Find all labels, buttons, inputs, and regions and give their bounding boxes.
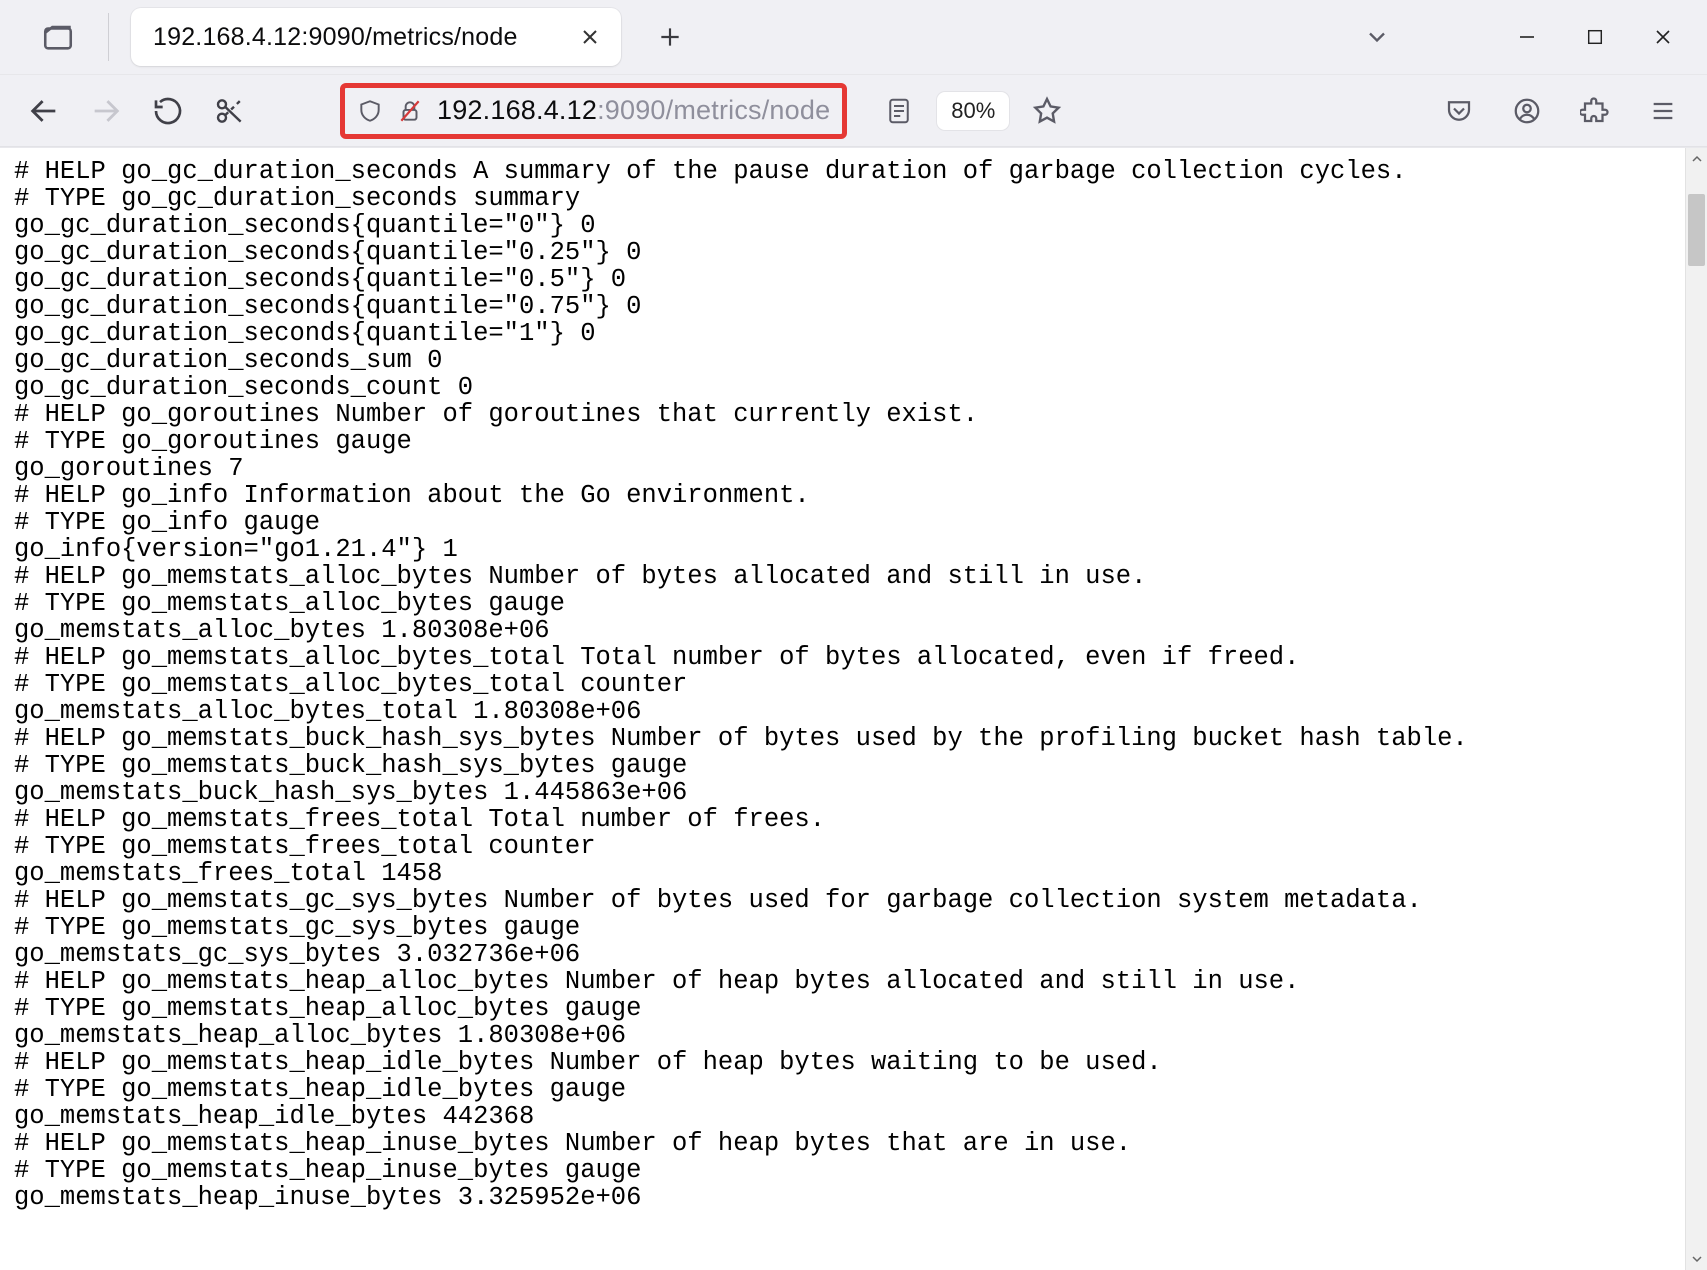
scroll-thumb[interactable] bbox=[1688, 194, 1705, 266]
app-menu-button[interactable] bbox=[1643, 91, 1683, 131]
account-icon bbox=[1512, 96, 1542, 126]
scroll-down-arrow[interactable] bbox=[1686, 1248, 1707, 1270]
new-tab-button[interactable] bbox=[645, 12, 695, 62]
lock-insecure-icon bbox=[397, 96, 423, 126]
container-tab-button[interactable] bbox=[24, 3, 92, 71]
tab-active[interactable]: 192.168.4.12:9090/metrics/node bbox=[131, 8, 621, 66]
content-wrap: # HELP go_gc_duration_seconds A summary … bbox=[0, 147, 1707, 1270]
shield-icon bbox=[357, 96, 383, 126]
close-icon bbox=[1653, 27, 1673, 47]
toolbar-right-tools bbox=[1439, 91, 1683, 131]
chevron-up-icon bbox=[1691, 153, 1703, 165]
tab-strip: 192.168.4.12:9090/metrics/node bbox=[0, 0, 1707, 75]
bookmark-star-button[interactable] bbox=[1027, 91, 1067, 131]
metrics-output: # HELP go_gc_duration_seconds A summary … bbox=[14, 158, 1685, 1211]
chevron-down-icon bbox=[1363, 23, 1391, 51]
address-bar[interactable]: 192.168.4.12:9090/metrics/node bbox=[340, 83, 847, 139]
pocket-button[interactable] bbox=[1439, 91, 1479, 131]
url-path: :9090/metrics/node bbox=[597, 95, 830, 125]
addressbar-actions: 80% bbox=[879, 91, 1067, 131]
site-info-button[interactable] bbox=[397, 96, 423, 126]
url-text: 192.168.4.12:9090/metrics/node bbox=[437, 95, 830, 126]
arrow-right-icon bbox=[89, 94, 123, 128]
hamburger-icon bbox=[1649, 97, 1677, 125]
chevron-down-icon bbox=[1691, 1253, 1703, 1265]
account-button[interactable] bbox=[1507, 91, 1547, 131]
tab-overflow-button[interactable] bbox=[1347, 0, 1407, 74]
scissors-icon bbox=[214, 95, 246, 127]
minimize-icon bbox=[1517, 27, 1537, 47]
window-maximize-button[interactable] bbox=[1561, 7, 1629, 67]
nav-reload-button[interactable] bbox=[148, 91, 188, 131]
scroll-track[interactable] bbox=[1686, 170, 1707, 1248]
window-controls bbox=[1493, 0, 1697, 74]
vertical-scrollbar[interactable] bbox=[1685, 148, 1707, 1270]
site-security-section bbox=[357, 96, 423, 126]
tab-title: 192.168.4.12:9090/metrics/node bbox=[153, 23, 559, 52]
puzzle-icon bbox=[1580, 96, 1610, 126]
screenshot-tool-button[interactable] bbox=[210, 91, 250, 131]
reader-mode-button[interactable] bbox=[879, 91, 919, 131]
nav-toolbar: 192.168.4.12:9090/metrics/node 80% bbox=[0, 75, 1707, 147]
window-close-button[interactable] bbox=[1629, 7, 1697, 67]
page-content: # HELP go_gc_duration_seconds A summary … bbox=[0, 148, 1685, 1270]
tab-close-button[interactable] bbox=[573, 20, 607, 54]
scroll-up-arrow[interactable] bbox=[1686, 148, 1707, 170]
close-icon bbox=[580, 27, 600, 47]
window-minimize-button[interactable] bbox=[1493, 7, 1561, 67]
star-icon bbox=[1031, 95, 1063, 127]
nav-back-button[interactable] bbox=[24, 91, 64, 131]
zoom-level[interactable]: 80% bbox=[937, 92, 1009, 130]
plus-icon bbox=[657, 24, 683, 50]
nav-forward-button[interactable] bbox=[86, 91, 126, 131]
zoom-value: 80% bbox=[951, 98, 995, 123]
extensions-button[interactable] bbox=[1575, 91, 1615, 131]
tracking-protection-button[interactable] bbox=[357, 96, 383, 126]
arrow-left-icon bbox=[27, 94, 61, 128]
reader-icon bbox=[884, 96, 914, 126]
maximize-icon bbox=[1586, 28, 1604, 46]
tabbar-separator bbox=[108, 13, 109, 61]
reload-icon bbox=[152, 95, 184, 127]
pocket-icon bbox=[1444, 96, 1474, 126]
container-icon bbox=[41, 20, 75, 54]
url-host: 192.168.4.12 bbox=[437, 95, 597, 125]
